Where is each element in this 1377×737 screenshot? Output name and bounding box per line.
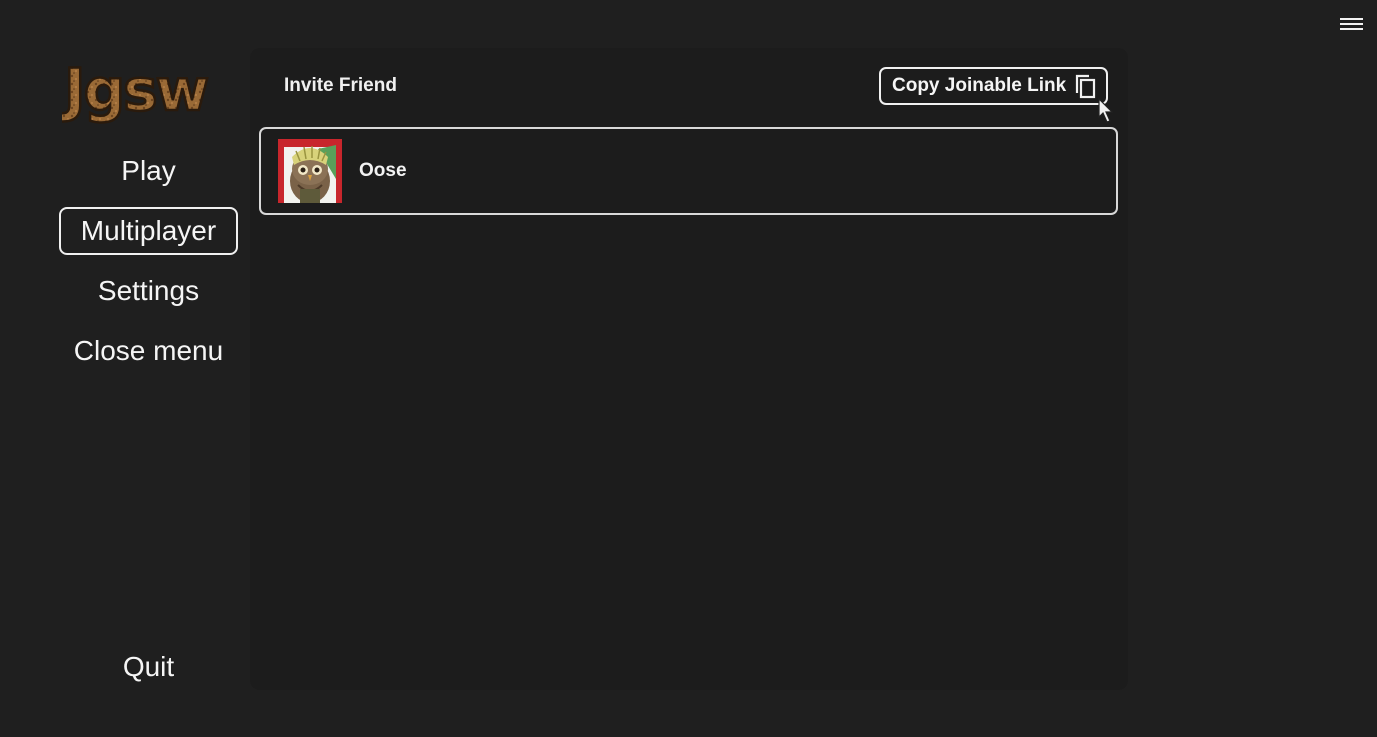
owl-avatar	[278, 139, 342, 203]
nav-settings-label: Settings	[97, 275, 200, 306]
nav-close-menu-label: Close menu	[73, 335, 224, 366]
nav-close-menu-button[interactable]: Close menu	[59, 327, 238, 375]
hamburger-menu-icon[interactable]	[1340, 15, 1364, 35]
friend-list: Oose	[259, 127, 1118, 215]
nav-settings-button[interactable]: Settings	[59, 267, 238, 315]
copy-joinable-link-button[interactable]: Copy Joinable Link	[879, 67, 1108, 105]
main-menu-screen: Jgsw Play Multiplayer Settings Close men…	[0, 0, 1377, 737]
panel-title: Invite Friend	[284, 75, 397, 96]
jgsw-logo: Jgsw	[59, 55, 234, 128]
main-nav: Play Multiplayer Settings Close menu	[59, 147, 238, 387]
copy-icon	[1074, 74, 1098, 100]
friend-name: Oose	[359, 160, 407, 181]
nav-multiplayer-button[interactable]: Multiplayer	[59, 207, 238, 255]
invite-friend-panel: Invite Friend Copy Joinable Link Oose	[250, 48, 1128, 690]
quit-button[interactable]: Quit	[59, 643, 238, 691]
quit-label: Quit	[122, 651, 175, 682]
nav-multiplayer-label: Multiplayer	[80, 215, 217, 246]
copy-joinable-link-label: Copy Joinable Link	[892, 75, 1067, 96]
friend-row[interactable]: Oose	[259, 127, 1118, 215]
nav-play-button[interactable]: Play	[59, 147, 238, 195]
nav-play-label: Play	[121, 155, 176, 186]
svg-text:Jgsw: Jgsw	[62, 58, 208, 124]
